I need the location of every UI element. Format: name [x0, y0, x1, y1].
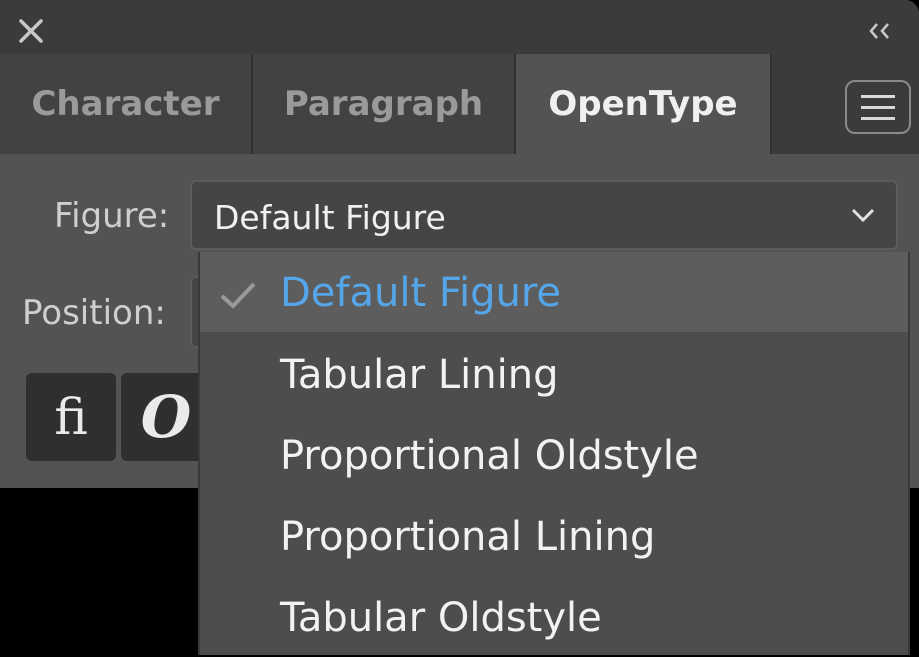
option-label: Proportional Oldstyle [280, 433, 699, 479]
hamburger-bar [861, 117, 895, 120]
hamburger-menu-icon [861, 95, 895, 98]
close-icon[interactable] [16, 16, 46, 46]
panel-titlebar [0, 0, 919, 54]
position-label: Position: [22, 293, 166, 333]
checkmark-icon [220, 282, 256, 309]
figure-dropdown-menu: Default Figure Tabular Lining Proportion… [198, 252, 910, 655]
option-label: Tabular Lining [280, 352, 559, 398]
option-tabular-lining[interactable]: Tabular Lining [200, 334, 908, 414]
figure-select-value: Default Figure [214, 198, 446, 237]
figure-label: Figure: [54, 196, 170, 236]
option-label: Tabular Oldstyle [280, 595, 602, 641]
option-label: Proportional Lining [280, 514, 656, 560]
panel-menu-button[interactable] [845, 80, 911, 134]
option-label: Default Figure [280, 270, 561, 316]
option-proportional-lining[interactable]: Proportional Lining [200, 496, 908, 576]
tab-paragraph[interactable]: Paragraph [253, 54, 516, 154]
option-default-figure[interactable]: Default Figure [200, 252, 908, 332]
figure-select[interactable]: Default Figure [190, 180, 898, 250]
ligatures-button[interactable]: fi [26, 373, 116, 461]
tab-opentype[interactable]: OpenType [516, 54, 772, 154]
double-chevron-left-icon[interactable] [867, 20, 893, 42]
tab-bar: Character Paragraph OpenType [0, 54, 919, 154]
option-proportional-oldstyle[interactable]: Proportional Oldstyle [200, 415, 908, 495]
hamburger-bar [861, 106, 895, 109]
tab-character[interactable]: Character [0, 54, 253, 154]
option-tabular-oldstyle[interactable]: Tabular Oldstyle [200, 577, 908, 657]
chevron-down-icon [851, 208, 875, 223]
